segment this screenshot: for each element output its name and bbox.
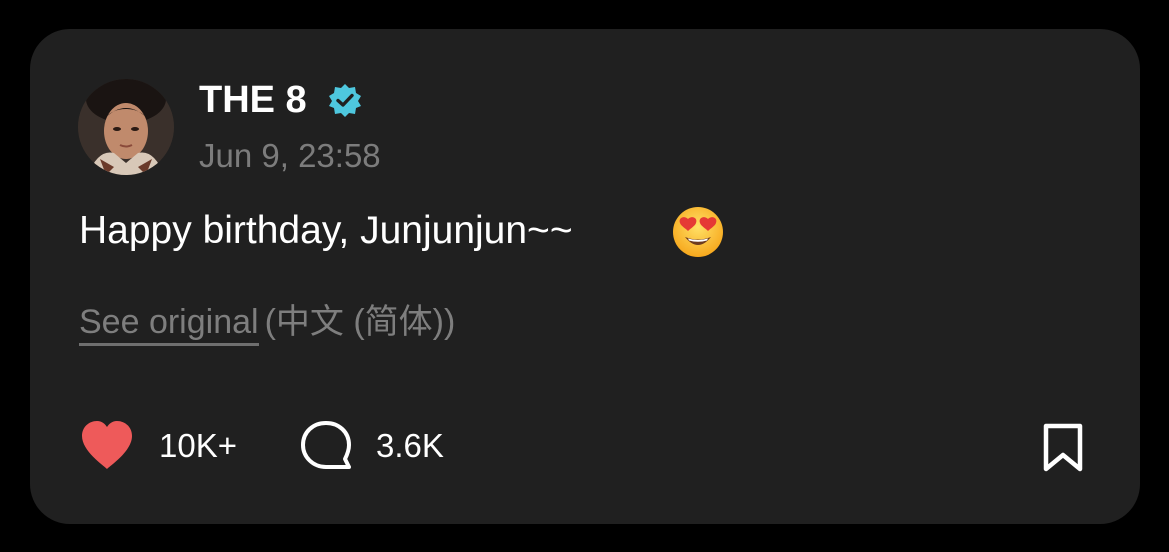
- heart-icon: [82, 421, 132, 469]
- author-name[interactable]: THE 8: [199, 77, 307, 123]
- post-text: Happy birthday, Junjunjun~~: [79, 209, 573, 252]
- post-card: THE 8 Jun 9, 23:58 Happy birthday, Junju…: [30, 29, 1140, 524]
- like-count: 10K+: [159, 427, 237, 464]
- original-language-note: (中文 (简体)): [264, 303, 456, 341]
- comment-count: 3.6K: [376, 427, 444, 464]
- like-button[interactable]: 10K+: [79, 419, 237, 473]
- see-original-link[interactable]: See original: [79, 303, 259, 346]
- translation-row: See original (中文 (简体)): [79, 301, 456, 346]
- speech-bubble-icon: [301, 421, 351, 469]
- comment-button[interactable]: 3.6K: [300, 419, 444, 473]
- post-timestamp: Jun 9, 23:58: [199, 137, 381, 174]
- avatar-photo: [78, 79, 174, 175]
- avatar[interactable]: [78, 79, 174, 175]
- smiling-face-with-heart-eyes-icon: [673, 207, 723, 257]
- verified-badge-icon: [329, 84, 361, 117]
- bookmark-icon[interactable]: [1038, 421, 1088, 475]
